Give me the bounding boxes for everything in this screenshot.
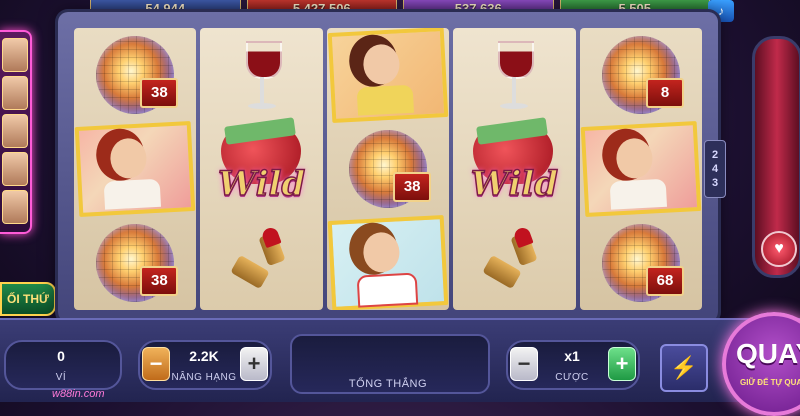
- ways-digit: 2: [711, 149, 719, 161]
- spin-label: QUAY: [736, 338, 800, 369]
- reel-cell: [453, 216, 575, 310]
- reel-2: Wild: [200, 28, 323, 310]
- level-value: 2.2K: [189, 348, 219, 364]
- value-badge: 38: [393, 171, 432, 202]
- player-avatar: [2, 152, 28, 186]
- ways-indicator: 2 4 3: [704, 140, 726, 198]
- reel-cell: Wild: [200, 117, 322, 216]
- lipstick-icon: [479, 225, 549, 298]
- wallet-value: 0: [57, 348, 65, 364]
- reel-cell: [327, 28, 449, 123]
- wild-label: Wild: [217, 163, 306, 205]
- total-win-label: TỔNG THẮNG: [348, 378, 428, 390]
- bet-plus-button[interactable]: +: [608, 347, 636, 381]
- site-watermark: w88in.com: [52, 388, 105, 400]
- lipstick-icon: [227, 225, 297, 298]
- ways-digit: 4: [711, 163, 719, 175]
- reel-cell: 38: [74, 28, 196, 122]
- value-badge: 68: [646, 265, 684, 296]
- reel-1: 38 38: [74, 28, 197, 310]
- player-avatar: [2, 190, 28, 224]
- bet-label: CƯỢC: [555, 372, 589, 383]
- ways-digit: 3: [711, 177, 719, 189]
- reel-cell: 68: [580, 216, 702, 310]
- value-badge: 38: [140, 265, 179, 296]
- heart-icon: ♥: [761, 231, 797, 267]
- reel-cell: 38: [327, 122, 449, 216]
- reel-grid: 38 38 Wild 38 Wild 8 68: [74, 28, 702, 310]
- lightning-icon: ⚡: [670, 355, 698, 380]
- wine-glass-icon: [494, 37, 535, 113]
- wild-symbol: Wild: [207, 117, 317, 214]
- wild-symbol: Wild: [459, 117, 569, 214]
- reel-3: 38: [326, 28, 450, 310]
- reel-cell: [327, 214, 449, 310]
- reel-cell: 8: [580, 28, 702, 122]
- bonus-meter: ♥: [752, 36, 800, 278]
- pinup-sailor-icon: [580, 120, 702, 217]
- wallet-label: VÍ: [55, 372, 67, 383]
- reel-cell: [580, 120, 702, 217]
- level-label: NÂNG HẠNG: [171, 372, 237, 383]
- player-avatar: [2, 76, 28, 110]
- wild-label: Wild: [470, 163, 559, 205]
- turbo-button[interactable]: ⚡: [660, 344, 708, 392]
- reel-cell: Wild: [453, 117, 575, 216]
- reel-cell: [74, 120, 196, 217]
- pinup-sailor-icon: [74, 120, 196, 217]
- reel-cell: [200, 28, 322, 122]
- bet-value: x1: [564, 348, 580, 364]
- side-tag[interactable]: ỐI THỨ: [0, 282, 56, 316]
- pinup-microphone-icon: [327, 28, 449, 123]
- level-plus-button[interactable]: +: [240, 347, 268, 381]
- reel-5: 8 68: [579, 28, 702, 310]
- reel-cell: [453, 28, 575, 122]
- spin-sublabel: GIỮ ĐỂ TỰ QUAY: [740, 378, 800, 387]
- value-badge: 8: [646, 77, 684, 108]
- left-player-strip[interactable]: [0, 30, 32, 234]
- reel-cell: 38: [74, 216, 196, 310]
- value-badge: 38: [140, 77, 179, 108]
- player-avatar: [2, 114, 28, 148]
- reel-4: Wild: [453, 28, 576, 310]
- wine-glass-icon: [242, 37, 282, 113]
- level-minus-button[interactable]: −: [142, 347, 170, 381]
- reel-cell: [200, 216, 322, 310]
- pinup-nurse-icon: [327, 214, 449, 310]
- player-avatar: [2, 38, 28, 72]
- bet-minus-button[interactable]: −: [510, 347, 538, 381]
